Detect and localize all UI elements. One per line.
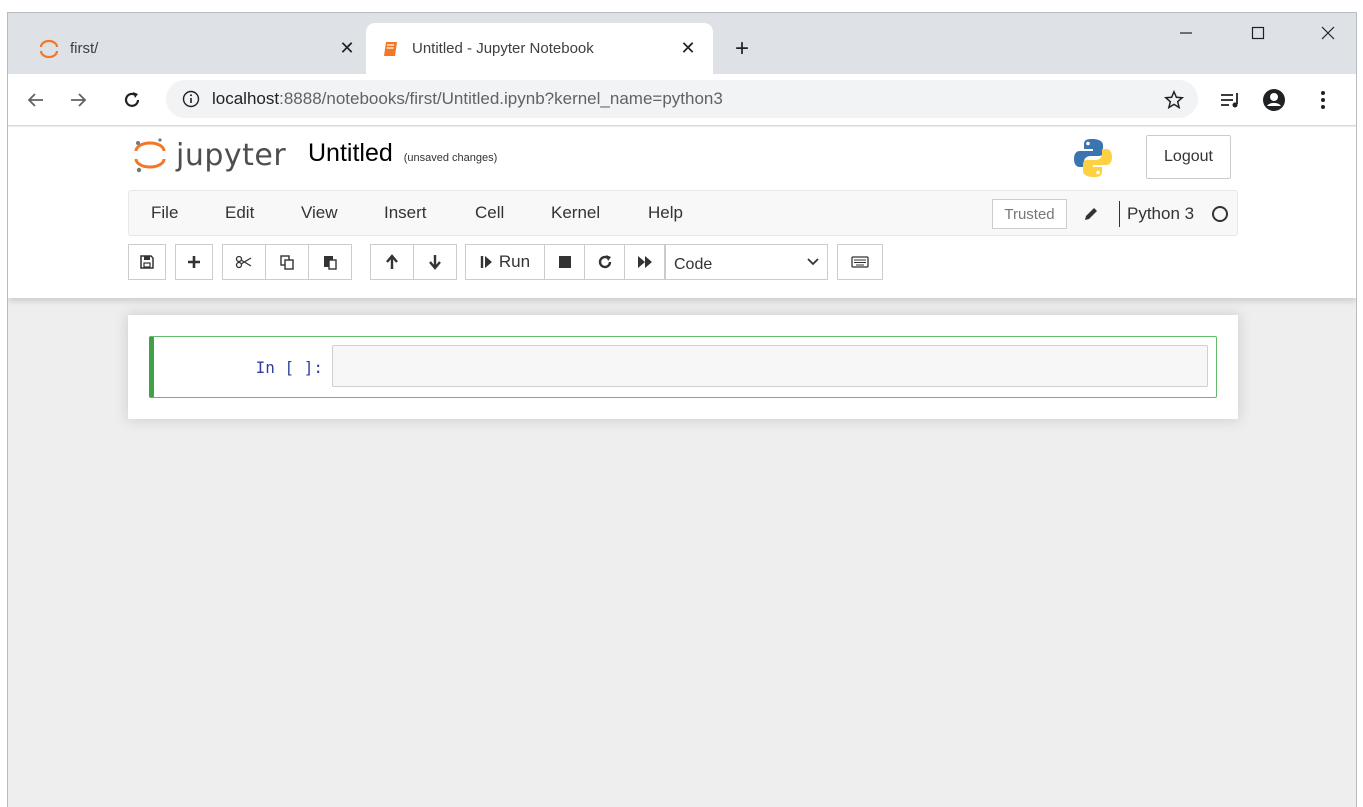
logo-text: jupyter (176, 137, 287, 173)
browser-toolbar: localhost:8888/notebooks/first/Untitled.… (8, 74, 1356, 126)
close-icon[interactable]: ✕ (677, 38, 699, 60)
window-close-icon[interactable] (1298, 13, 1356, 53)
forward-arrow-icon[interactable] (64, 86, 92, 114)
command-palette-button[interactable] (837, 244, 883, 280)
kernel-name: Python 3 (1127, 204, 1195, 223)
cut-button[interactable] (222, 244, 266, 280)
pencil-icon[interactable] (1081, 204, 1101, 224)
save-status: (unsaved changes) (403, 152, 498, 164)
copy-icon (280, 255, 294, 270)
arrow-down-icon (429, 255, 441, 270)
plus-icon (188, 256, 200, 268)
run-group: Run (465, 244, 665, 280)
move-group (370, 244, 457, 280)
browser-window: first/ ✕ Untitled - Jupyter Notebook ✕ + (7, 12, 1357, 807)
run-button[interactable]: Run (465, 244, 545, 280)
tab-first[interactable]: first/ ✕ (24, 23, 372, 74)
copy-button[interactable] (265, 244, 309, 280)
code-cell[interactable]: In [ ]: (149, 336, 1217, 398)
menu-help[interactable]: Help (648, 191, 683, 235)
fast-forward-icon (637, 256, 652, 268)
jupyter-logo[interactable]: jupyter (132, 135, 286, 175)
address-bar[interactable]: localhost:8888/notebooks/first/Untitled.… (166, 80, 1198, 118)
caption-strip (0, 0, 1363, 12)
python-logo-icon (1074, 139, 1112, 177)
insert-cell-button[interactable] (175, 244, 213, 280)
cell-type-select[interactable]: Code (665, 244, 828, 280)
bookmark-star-icon[interactable] (1160, 86, 1188, 114)
edit-group (222, 244, 352, 280)
close-icon[interactable]: ✕ (336, 38, 358, 60)
stop-icon (558, 256, 571, 268)
move-down-button[interactable] (413, 244, 457, 280)
notebook-container: In [ ]: (128, 315, 1238, 419)
logout-button[interactable]: Logout (1146, 135, 1231, 179)
kebab-menu-icon[interactable] (1309, 86, 1337, 114)
menu-kernel[interactable]: Kernel (551, 191, 600, 235)
input-prompt: In [ ]: (255, 357, 323, 377)
jupyter-header: jupyter Untitled (unsaved changes) Logou… (8, 127, 1356, 298)
menu-cell[interactable]: Cell (475, 191, 504, 235)
run-label: Run (498, 252, 531, 271)
menubar: File Edit View Insert Cell Kernel Help T… (128, 190, 1238, 236)
restart-icon (598, 255, 611, 269)
chevron-down-icon (807, 258, 819, 266)
keyboard-icon (851, 256, 869, 268)
save-button[interactable] (128, 244, 166, 280)
menu-edit[interactable]: Edit (225, 191, 254, 235)
step-forward-icon (480, 256, 492, 268)
tab-title: first/ (70, 40, 99, 57)
paste-icon (324, 256, 337, 270)
save-icon (140, 255, 154, 269)
trusted-badge[interactable]: Trusted (992, 199, 1067, 229)
menu-file[interactable]: File (151, 191, 178, 235)
move-up-button[interactable] (370, 244, 414, 280)
notebook-name[interactable]: Untitled (308, 139, 393, 167)
jupyter-spinner-icon (38, 38, 60, 60)
back-arrow-icon[interactable] (22, 86, 50, 114)
cell-type-value: Code (674, 256, 713, 273)
tab-untitled[interactable]: Untitled - Jupyter Notebook ✕ (366, 23, 713, 74)
notebook-title[interactable]: Untitled (unsaved changes) (308, 139, 497, 168)
maximize-icon[interactable] (1228, 13, 1288, 53)
minimize-icon[interactable] (1156, 13, 1216, 53)
menu-view[interactable]: View (301, 191, 338, 235)
arrow-up-icon (386, 254, 398, 269)
url-text: localhost:8888/notebooks/first/Untitled.… (212, 89, 723, 108)
info-icon[interactable] (180, 88, 202, 110)
notebook-icon (380, 38, 402, 60)
tab-strip: first/ ✕ Untitled - Jupyter Notebook ✕ + (8, 13, 1356, 74)
kernel-idle-icon (1212, 206, 1228, 222)
tab-title: Untitled - Jupyter Notebook (412, 40, 594, 57)
restart-run-all-button[interactable] (624, 244, 665, 280)
interrupt-button[interactable] (544, 244, 585, 280)
paste-button[interactable] (308, 244, 352, 280)
menu-insert[interactable]: Insert (384, 191, 427, 235)
save-group (128, 244, 166, 280)
code-input[interactable] (332, 345, 1208, 387)
new-tab-button[interactable]: + (728, 35, 756, 63)
kernel-divider (1119, 201, 1120, 227)
restart-button[interactable] (584, 244, 625, 280)
reload-icon[interactable] (118, 86, 146, 114)
jupyter-logo-icon (134, 138, 166, 173)
media-queue-icon[interactable] (1217, 86, 1245, 114)
scissors-icon (235, 255, 252, 269)
profile-icon[interactable] (1260, 86, 1288, 114)
insert-group (175, 244, 213, 280)
